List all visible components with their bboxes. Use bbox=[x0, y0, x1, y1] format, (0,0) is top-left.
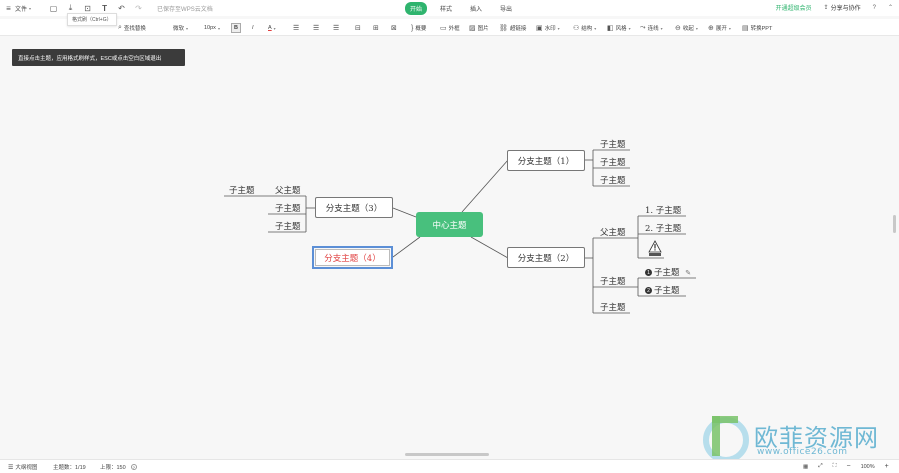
grid-icon[interactable]: ▦ bbox=[803, 464, 808, 470]
subtopic[interactable]: 子主题 bbox=[600, 156, 626, 168]
number-badge-icon: 1 bbox=[645, 269, 652, 276]
branch-topic-4-selected[interactable]: 分支主题（4） bbox=[312, 246, 393, 269]
mindmap-canvas[interactable]: 中心主题 分支主题（1） 分支主题（2） 分支主题（3） 分支主题（4） 子主题… bbox=[0, 0, 899, 473]
subtopic[interactable]: 子主题 bbox=[600, 174, 626, 186]
outline-view-button[interactable]: ☰ 大纲视图 bbox=[8, 463, 37, 472]
numbered-subtopic-2[interactable]: 2. 子主题 bbox=[645, 222, 681, 234]
format-painter-tooltip: 格式刷（Ctrl+G） bbox=[67, 13, 117, 26]
parent-topic[interactable]: 父主题 bbox=[275, 184, 301, 196]
branch-topic-2[interactable]: 分支主题（2） bbox=[507, 247, 585, 268]
badged-subtopic-2[interactable]: 2 子主题 bbox=[645, 284, 680, 296]
status-bar: ☰ 大纲视图 主题数：1/19 上限：150 ? ▦ ⤢ ⛶ − 100% + bbox=[0, 459, 899, 473]
view-controls: ▦ ⤢ ⛶ − 100% + bbox=[803, 463, 889, 470]
topic-count: 主题数：1/19 bbox=[53, 465, 86, 471]
subtopic[interactable]: 子主题 bbox=[275, 220, 301, 232]
subtopic[interactable]: 子主题 bbox=[600, 138, 626, 150]
subtopic[interactable]: 子主题 bbox=[229, 184, 255, 196]
fit-icon[interactable]: ⤢ bbox=[818, 463, 822, 470]
watermark-url: www.office26.com bbox=[757, 447, 848, 457]
branch-topic-4[interactable]: 分支主题（4） bbox=[315, 249, 390, 266]
branch-topic-3[interactable]: 分支主题（3） bbox=[315, 197, 393, 218]
topic-limit: 上限：150 ? bbox=[100, 464, 137, 471]
branch-topic-1[interactable]: 分支主题（1） bbox=[507, 150, 585, 171]
badged-subtopic-1[interactable]: 1 子主题 ✎ bbox=[645, 266, 691, 278]
numbered-subtopic-1[interactable]: 1. 子主题 bbox=[645, 204, 681, 216]
mindmap-app: ≡ 文件 ▾ ▢ ⤓ ⊡ T ↶ ↷ 已保存至WPS云文档 开始 样式 插入 导… bbox=[0, 0, 899, 473]
vertical-scrollbar[interactable] bbox=[893, 215, 896, 233]
help-circle-icon[interactable]: ? bbox=[130, 464, 137, 470]
horizontal-scrollbar[interactable] bbox=[405, 453, 489, 456]
number-badge-icon: 2 bbox=[645, 287, 652, 294]
parent-topic[interactable]: 父主题 bbox=[600, 226, 626, 238]
watermark-logo bbox=[703, 416, 749, 459]
subtopic[interactable]: 子主题 bbox=[600, 301, 626, 313]
zoom-out-button[interactable]: − bbox=[846, 463, 850, 470]
center-topic[interactable]: 中心主题 bbox=[416, 212, 483, 237]
fullscreen-icon[interactable]: ⛶ bbox=[833, 463, 837, 470]
zoom-level[interactable]: 100% bbox=[861, 464, 875, 470]
outline-icon: ☰ bbox=[8, 464, 14, 471]
warning-icon bbox=[648, 240, 662, 256]
subtopic[interactable]: 子主题 bbox=[600, 275, 626, 287]
warning-image[interactable] bbox=[648, 240, 662, 257]
format-painter-cursor-icon: ✎ bbox=[685, 269, 692, 277]
zoom-in-button[interactable]: + bbox=[885, 463, 889, 470]
subtopic[interactable]: 子主题 bbox=[275, 202, 301, 214]
